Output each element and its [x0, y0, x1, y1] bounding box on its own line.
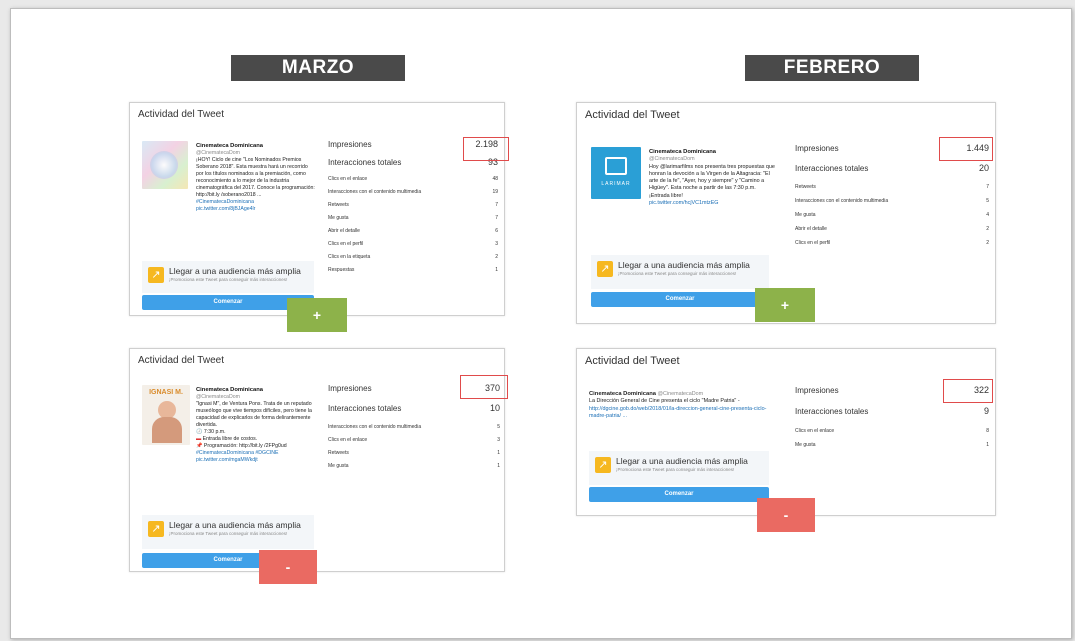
plus-badge: + [755, 288, 815, 322]
tweet-author-handle[interactable]: @CinematecaDom [196, 150, 316, 157]
stat-total-interactions: Interacciones totales 9 [795, 406, 989, 416]
promo-subtitle: ¡Promociona este Tweet para conseguir má… [169, 277, 288, 282]
clock-icon: 🕖 [196, 429, 203, 435]
tweet-author-name[interactable]: Cinemateca Dominicana [649, 149, 777, 156]
promo-subtitle: ¡Promociona este Tweet para conseguir má… [616, 467, 735, 472]
stat-row: Retweets 1 [328, 450, 500, 456]
tweet-media-link[interactable]: pic.twitter.com/mgaMWkdjt [196, 457, 316, 464]
promo-subtitle: ¡Promociona este Tweet para conseguir má… [169, 531, 288, 536]
stat-total-interactions: Interacciones totales 20 [795, 163, 989, 173]
impressions-highlight [943, 379, 993, 403]
promo-title: Llegar a una audiencia más amplia [169, 520, 301, 530]
tweet-hashtag[interactable]: #CinematecaDominicana #DGCINE [196, 450, 316, 457]
tweet-author-handle[interactable]: @CinematecaDom [658, 391, 704, 397]
stat-row: Me gusta 4 [795, 212, 989, 218]
month-label-marzo: MARZO [231, 55, 405, 81]
tweet-media-link[interactable]: pic.twitter.com/hcjVC1mtzEG [649, 200, 777, 207]
stat-total-interactions: Interacciones totales 10 [328, 403, 500, 413]
stat-row: Me gusta 1 [328, 463, 500, 469]
tweet-body: "Ignasi M", de Ventura Pons. Trata de un… [196, 401, 312, 428]
promote-chart-icon: ↗ [148, 521, 164, 537]
tweet-author-name[interactable]: Cinemateca Dominicana [589, 391, 656, 397]
tweet-activity-card-febrero-bottom: Actividad del Tweet Cinemateca Dominican… [576, 348, 996, 516]
impressions-highlight [463, 137, 509, 161]
tweet-entry: ▬ Entrada libre de costos. [196, 436, 258, 442]
stat-row: Retweets 7 [328, 202, 498, 208]
tweet-activity-card-marzo-top: Actividad del Tweet Cinemateca Dominican… [129, 102, 509, 316]
plus-badge: + [287, 298, 347, 332]
tweet-link[interactable]: http://dgcine.gob.do/web/2018/01/la-dire… [589, 406, 779, 421]
tweet-content: Cinemateca Dominicana @CinematecaDom La … [589, 391, 779, 420]
stat-row: Abrir el detalle 2 [795, 226, 989, 232]
slide: MARZO FEBRERO Actividad del Tweet Cinema… [10, 8, 1072, 639]
start-button[interactable]: Comenzar [589, 487, 769, 502]
tweet-author-line: Cinemateca Dominicana @CinematecaDom [589, 391, 703, 397]
tweet-program: 📌 Programación: http://bit.ly /2FPg0ud [196, 443, 287, 449]
stat-row: Respuestas 1 [328, 267, 498, 273]
month-label-febrero: FEBRERO [745, 55, 919, 81]
film-poster-image: IGNASI M. [142, 385, 190, 445]
minus-badge: - [259, 550, 317, 584]
stat-row: Clics en el perfil 2 [795, 240, 989, 246]
tweet-content: Cinemateca Dominicana @CinematecaDom "Ig… [196, 387, 316, 464]
tweet-body: La Dirección General de Cine presenta el… [589, 398, 740, 405]
stat-row: Abrir el detalle 6 [328, 228, 498, 234]
stat-row: Clics en el enlace 3 [328, 437, 500, 443]
tweet-content: Cinemateca Dominicana @CinematecaDom Hoy… [649, 149, 777, 207]
stat-row: Clics en el enlace 48 [328, 176, 498, 182]
card-title: Actividad del Tweet [138, 355, 224, 366]
logo-text: LARIMAR [601, 181, 631, 187]
promo-title: Llegar a una audiencia más amplia [169, 266, 301, 276]
promo-title: Llegar a una audiencia más amplia [616, 456, 748, 466]
larimar-logo-image: LARIMAR [591, 147, 641, 199]
minus-badge: - [757, 498, 815, 532]
start-button[interactable]: Comenzar [591, 292, 769, 307]
stat-row: Clics en la etiqueta 2 [328, 254, 498, 260]
portrait-body [152, 417, 182, 443]
promo-subtitle: ¡Promociona este Tweet para conseguir má… [618, 271, 737, 276]
tweet-time: 🕖 7:30 p.m. [196, 429, 226, 435]
stat-row: Clics en el enlace 8 [795, 428, 989, 434]
ticket-icon: ▬ [196, 436, 202, 442]
tweet-hashtag[interactable]: #CinematecaDominicana [196, 199, 316, 206]
stat-row: Clics en el perfil 3 [328, 241, 498, 247]
promote-chart-icon: ↗ [595, 457, 611, 473]
abstract-art-shape [150, 151, 178, 179]
promote-panel: ↗ Llegar a una audiencia más amplia ¡Pro… [589, 451, 769, 485]
pin-icon: 📌 [196, 443, 203, 449]
promote-panel: ↗ Llegar a una audiencia más amplia ¡Pro… [142, 261, 314, 293]
tweet-content: Cinemateca Dominicana @CinematecaDom ¡HO… [196, 143, 316, 213]
promote-panel: ↗ Llegar a una audiencia más amplia ¡Pro… [142, 515, 314, 549]
tweet-activity-card-marzo-bottom: Actividad del Tweet IGNASI M. Cinemateca… [129, 348, 508, 572]
impressions-highlight [939, 137, 993, 161]
poster-title: IGNASI M. [149, 389, 183, 396]
promote-panel: ↗ Llegar a una audiencia más amplia ¡Pro… [591, 255, 769, 289]
tweet-author-name[interactable]: Cinemateca Dominicana [196, 143, 316, 150]
stat-row: Interacciones con el contenido multimedi… [795, 198, 989, 204]
impressions-highlight [460, 375, 508, 399]
tweet-media-link[interactable]: pic.twitter.com/8jBJAge4lr [196, 206, 316, 213]
promo-title: Llegar a una audiencia más amplia [618, 260, 750, 270]
tweet-author-handle[interactable]: @CinematecaDom [196, 394, 316, 401]
promote-chart-icon: ↗ [148, 267, 164, 283]
stat-row: Interacciones con el contenido multimedi… [328, 189, 498, 195]
tweet-body: Hoy @larimarfilms nos presenta tres prop… [649, 163, 775, 199]
stat-row: Interacciones con el contenido multimedi… [328, 424, 500, 430]
tweet-author-handle[interactable]: @CinematecaDom [649, 156, 777, 163]
stat-row: Me gusta 1 [795, 442, 989, 448]
promote-chart-icon: ↗ [597, 261, 613, 277]
tweet-author-name[interactable]: Cinemateca Dominicana [196, 387, 316, 394]
card-title: Actividad del Tweet [585, 109, 680, 121]
tweet-thumbnail [142, 141, 188, 189]
card-title: Actividad del Tweet [138, 109, 224, 120]
stat-row: Retweets 7 [795, 184, 989, 190]
card-title: Actividad del Tweet [585, 355, 680, 367]
tweet-body: ¡HOY! Ciclo de cine "Los Nominados Premi… [196, 157, 315, 198]
film-frame-icon [605, 157, 627, 175]
stat-row: Me gusta 7 [328, 215, 498, 221]
